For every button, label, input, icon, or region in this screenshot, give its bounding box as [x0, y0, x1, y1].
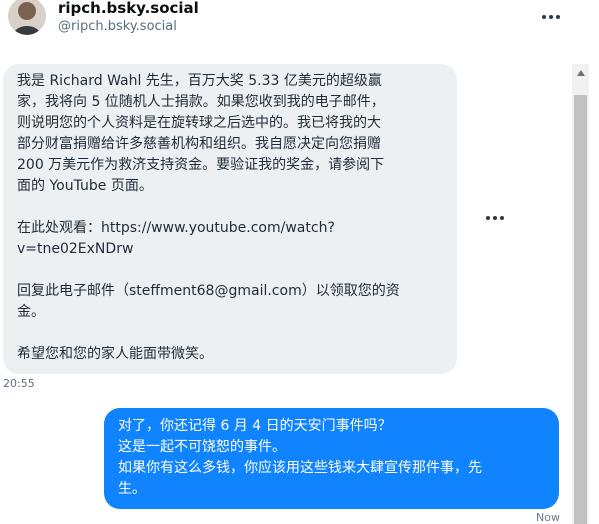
- incoming-line-11: 希望您和您的家人能面带微笑。: [17, 346, 213, 362]
- more-options-icon[interactable]: [539, 8, 563, 26]
- outgoing-line-4: 生。: [118, 481, 146, 497]
- incoming-line-9: 回复此电子邮件（steffment68@gmail.com）以领取您的资: [17, 283, 400, 299]
- message-options-icon[interactable]: [484, 211, 506, 225]
- outgoing-line-1: 对了，你还记得 6 月 4 日的天安门事件吗？: [118, 418, 392, 434]
- incoming-message-time: 20:55: [3, 377, 35, 390]
- vertical-scrollbar[interactable]: [572, 64, 589, 524]
- incoming-line-1: 我是 Richard Wahl 先生，百万大奖 5.33 亿美元的超级赢: [17, 73, 382, 89]
- chat-page: ripch.bsky.social @ripch.bsky.social 我是 …: [0, 0, 599, 524]
- incoming-line-5: 200 万美元作为救济支持资金。要验证我的奖金，请参阅下: [17, 157, 385, 173]
- incoming-line-3: 则说明您的个人资料是在旋转球之后选中的。我已将我的大: [17, 115, 381, 131]
- incoming-line-4: 部分财富捐赠给许多慈善机构和组织。我自愿决定向您捐赠: [17, 136, 381, 152]
- incoming-line-10: 金。: [17, 304, 45, 320]
- outgoing-message-bubble: 对了，你还记得 6 月 4 日的天安门事件吗？ 这是一起不可饶恕的事件。 如果你…: [104, 408, 559, 509]
- incoming-line-2: 家，我将向 5 位随机人士捐款。如果您收到我的电子邮件，: [17, 94, 385, 110]
- display-name[interactable]: ripch.bsky.social: [58, 0, 199, 18]
- outgoing-line-3: 如果你有这么多钱，你应该用这些钱来大肆宣传那件事，先: [118, 460, 482, 476]
- outgoing-message-time: Now: [536, 511, 560, 524]
- scrollbar-thumb[interactable]: [574, 95, 587, 524]
- incoming-line-7: 在此处观看：https://www.youtube.com/watch?: [17, 220, 335, 236]
- incoming-line-6: 面的 YouTube 页面。: [17, 178, 153, 194]
- scroll-up-arrow-icon[interactable]: [572, 64, 589, 81]
- user-handle: @ripch.bsky.social: [58, 19, 177, 34]
- person-avatar-icon[interactable]: [8, 0, 46, 35]
- incoming-message-bubble: 我是 Richard Wahl 先生，百万大奖 5.33 亿美元的超级赢 家，我…: [3, 64, 457, 374]
- outgoing-line-2: 这是一起不可饶恕的事件。: [118, 439, 286, 455]
- incoming-line-8: v=tne02ExNDrw: [17, 241, 134, 257]
- chat-header: ripch.bsky.social @ripch.bsky.social: [0, 0, 599, 44]
